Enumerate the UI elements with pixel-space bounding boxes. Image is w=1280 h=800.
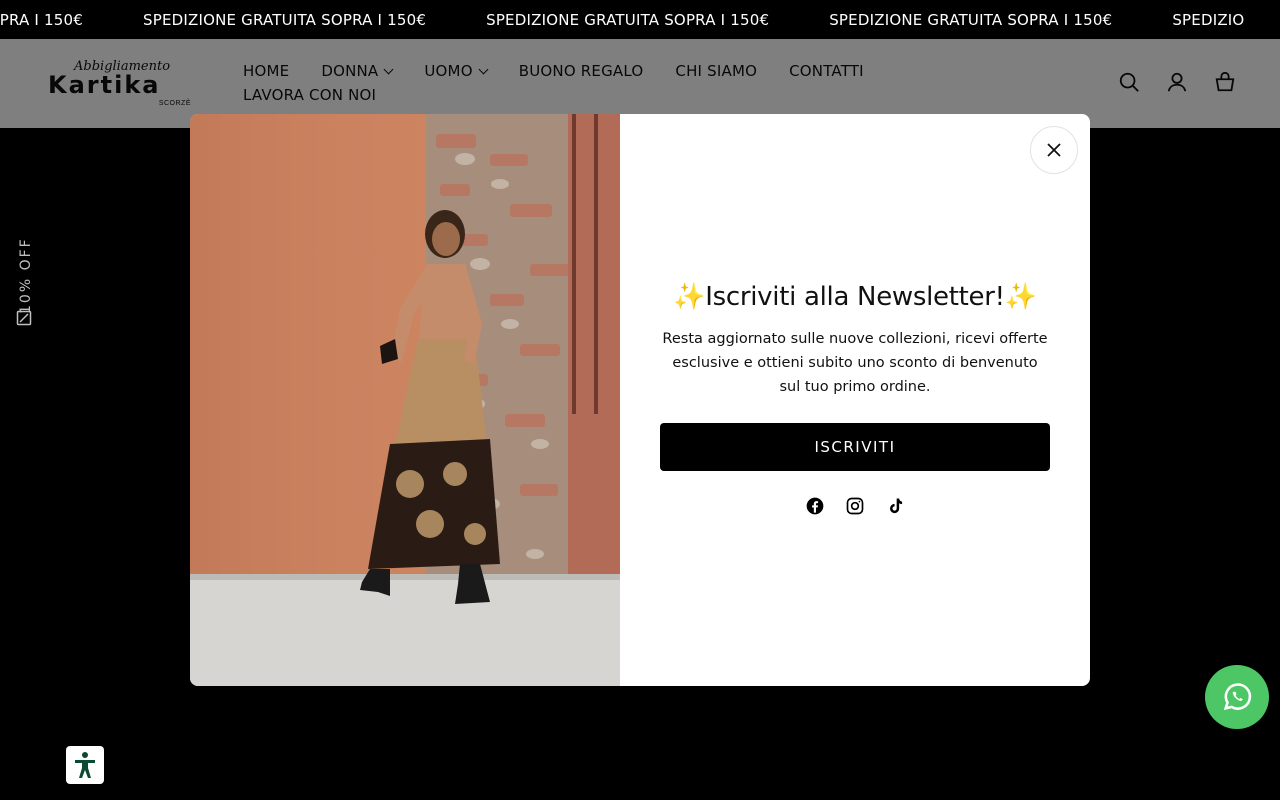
model-photo	[190, 114, 620, 686]
whatsapp-icon	[1223, 683, 1252, 711]
close-button[interactable]	[1030, 126, 1078, 174]
modal-image	[190, 114, 620, 686]
subscribe-button[interactable]: ISCRIVITI	[660, 423, 1050, 471]
modal-description: Resta aggiornato sulle nuove collezioni,…	[662, 331, 1048, 395]
announcement-item: SPEDIZIO	[1172, 10, 1245, 29]
discount-side-tab[interactable]: 10% OFF	[14, 228, 34, 328]
announcement-bar: SOPRA I 150€ SPEDIZIONE GRATUITA SOPRA I…	[0, 0, 1280, 39]
newsletter-modal: ✨Iscriviti alla Newsletter!✨ Resta aggio…	[190, 114, 1090, 686]
tiktok-icon[interactable]	[885, 496, 905, 516]
announcement-item: SOPRA I 150€	[0, 10, 83, 29]
close-icon	[1047, 143, 1061, 157]
instagram-icon[interactable]	[845, 496, 865, 516]
discount-tab-label: 10% OFF	[18, 237, 34, 314]
accessibility-icon	[75, 752, 95, 778]
whatsapp-button[interactable]	[1205, 665, 1269, 729]
accessibility-button[interactable]	[66, 746, 104, 784]
announcement-item: SPEDIZIONE GRATUITA SOPRA I 150€	[829, 10, 1113, 29]
discount-tag-icon	[16, 310, 32, 326]
announcement-item: SPEDIZIONE GRATUITA SOPRA I 150€	[486, 10, 770, 29]
facebook-icon[interactable]	[805, 496, 825, 516]
social-links	[620, 496, 1090, 516]
modal-title: ✨Iscriviti alla Newsletter!✨	[673, 282, 1037, 312]
modal-body: ✨Iscriviti alla Newsletter!✨ Resta aggio…	[620, 114, 1090, 686]
announcement-item: SPEDIZIONE GRATUITA SOPRA I 150€	[142, 10, 427, 29]
